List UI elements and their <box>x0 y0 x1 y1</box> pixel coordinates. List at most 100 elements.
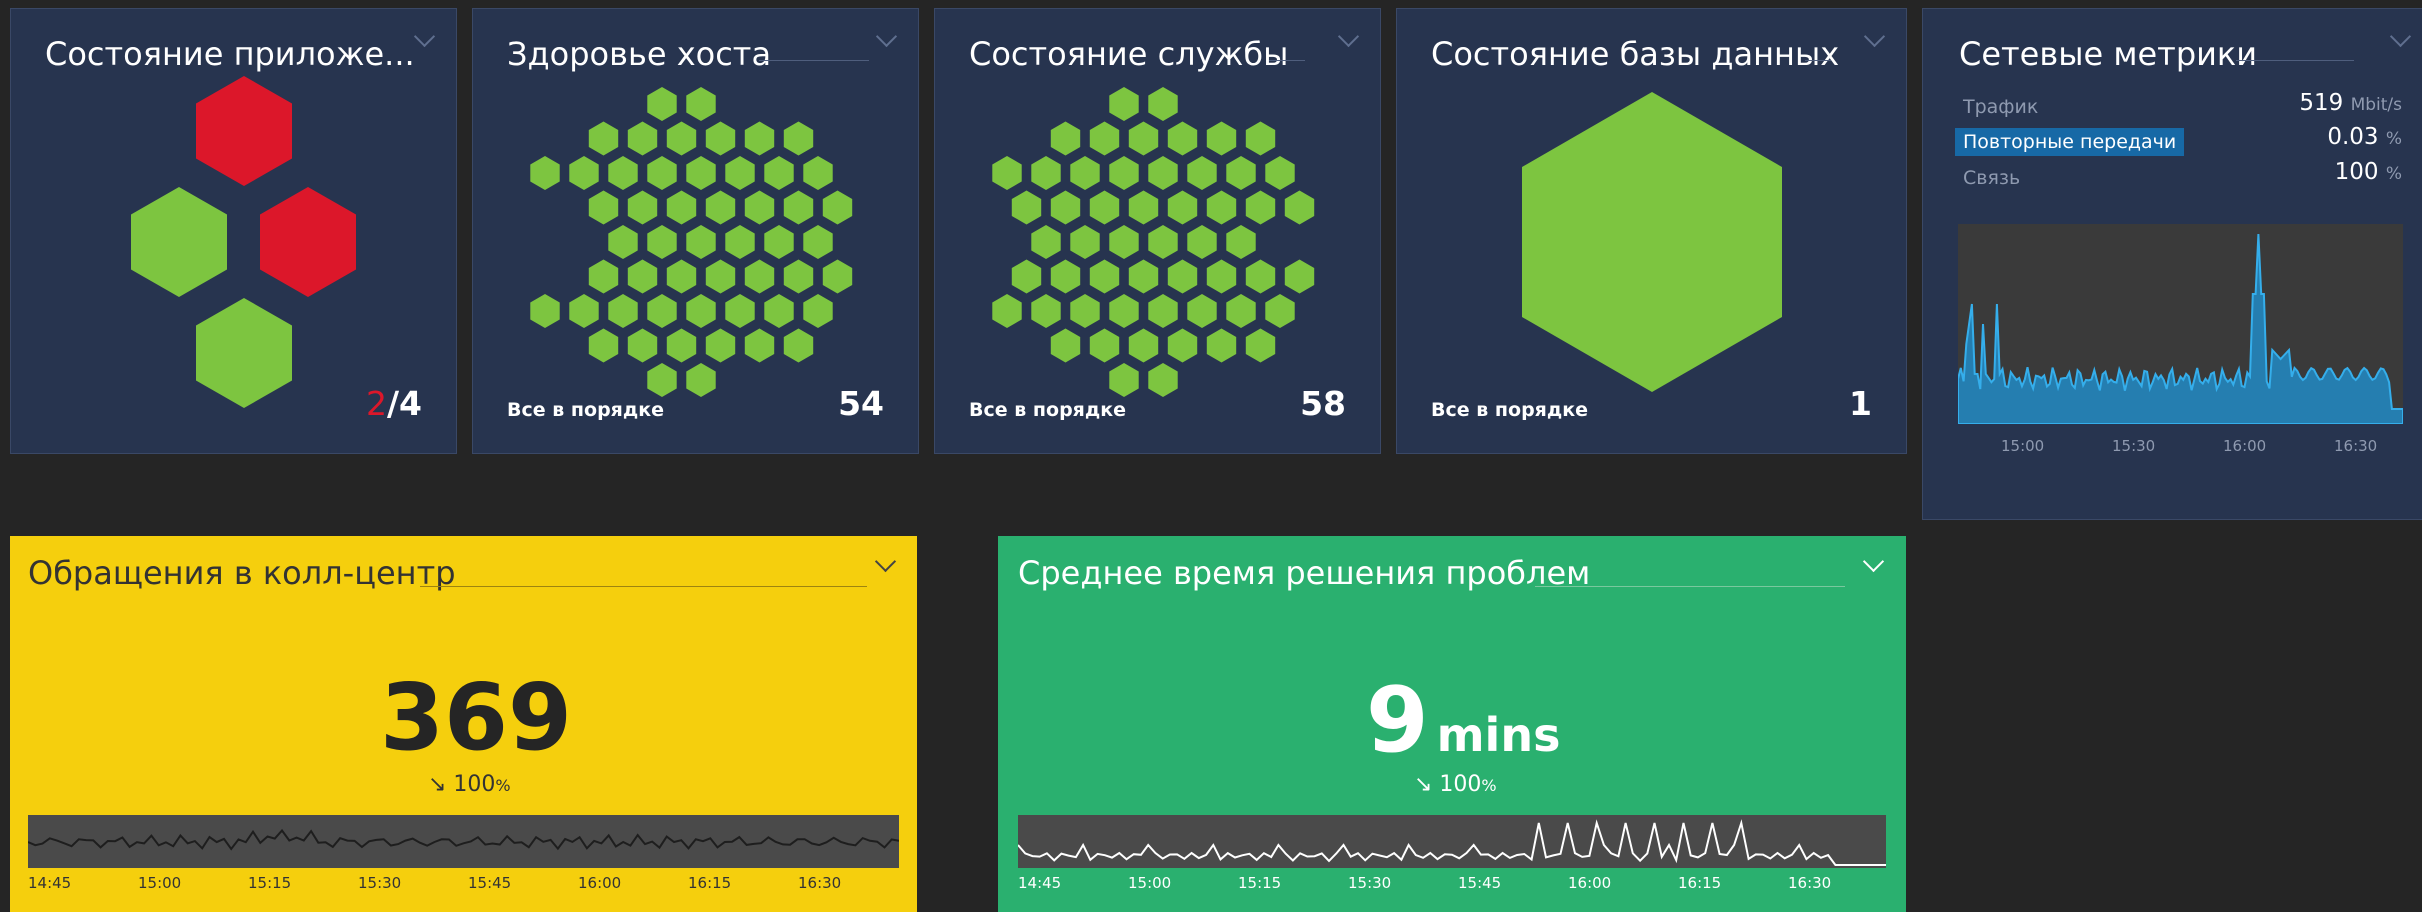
host-hex-ok[interactable] <box>803 225 833 259</box>
service-hex-ok[interactable] <box>1284 190 1315 225</box>
service-hex-ok[interactable] <box>1031 156 1061 190</box>
host-hex-ok[interactable] <box>686 363 716 397</box>
service-hex-ok[interactable] <box>1089 259 1120 294</box>
host-hex-ok[interactable] <box>705 190 736 225</box>
host-hex-ok[interactable] <box>725 156 755 190</box>
app-health-tile[interactable]: Состояние приложе... 2/4 <box>10 8 457 454</box>
host-hex-ok[interactable] <box>686 294 716 328</box>
host-hex-ok[interactable] <box>744 328 775 363</box>
host-health-tile[interactable]: Здоровье хоста Все в порядке 54 <box>472 8 919 454</box>
host-hex-ok[interactable] <box>647 156 677 190</box>
host-hex-ok[interactable] <box>588 190 619 225</box>
app-hex-ok[interactable] <box>131 187 227 297</box>
service-hex-ok[interactable] <box>1109 225 1139 259</box>
app-hex-problem[interactable] <box>196 76 292 186</box>
host-hex-ok[interactable] <box>666 328 697 363</box>
service-hex-ok[interactable] <box>1148 87 1178 121</box>
host-hex-ok[interactable] <box>569 294 599 328</box>
host-hex-ok[interactable] <box>783 328 814 363</box>
service-hex-ok[interactable] <box>1070 294 1100 328</box>
host-hex-ok[interactable] <box>647 225 677 259</box>
service-hex-ok[interactable] <box>1148 156 1178 190</box>
host-hex-ok[interactable] <box>686 87 716 121</box>
host-hex-ok[interactable] <box>608 156 638 190</box>
service-hex-ok[interactable] <box>1089 328 1120 363</box>
service-hex-ok[interactable] <box>1206 121 1237 156</box>
chevron-down-icon[interactable] <box>2389 25 2412 48</box>
service-hex-ok[interactable] <box>1050 190 1081 225</box>
service-hex-ok[interactable] <box>1226 225 1256 259</box>
service-hex-ok[interactable] <box>1167 328 1198 363</box>
host-hex-ok[interactable] <box>744 121 775 156</box>
service-hex-ok[interactable] <box>992 156 1022 190</box>
service-hex-ok[interactable] <box>1206 259 1237 294</box>
host-hex-ok[interactable] <box>783 121 814 156</box>
host-hex-ok[interactable] <box>705 259 736 294</box>
service-hex-ok[interactable] <box>1226 156 1256 190</box>
host-hex-ok[interactable] <box>705 121 736 156</box>
service-health-tile[interactable]: Состояние службы Все в порядке 58 <box>934 8 1381 454</box>
host-hex-ok[interactable] <box>588 259 619 294</box>
host-hex-ok[interactable] <box>744 190 775 225</box>
host-hex-ok[interactable] <box>627 190 658 225</box>
service-hex-ok[interactable] <box>1187 294 1217 328</box>
host-hex-ok[interactable] <box>647 87 677 121</box>
host-hex-ok[interactable] <box>588 328 619 363</box>
host-hex-ok[interactable] <box>764 225 794 259</box>
service-hex-ok[interactable] <box>1128 328 1159 363</box>
service-hex-ok[interactable] <box>1167 259 1198 294</box>
host-hex-ok[interactable] <box>666 259 697 294</box>
resolution-sparkline[interactable] <box>1018 815 1886 868</box>
host-hex-ok[interactable] <box>608 294 638 328</box>
host-hex-ok[interactable] <box>686 225 716 259</box>
host-hex-ok[interactable] <box>608 225 638 259</box>
host-hex-ok[interactable] <box>530 156 560 190</box>
service-hex-ok[interactable] <box>1245 259 1276 294</box>
service-hex-ok[interactable] <box>1128 121 1159 156</box>
host-hex-ok[interactable] <box>627 121 658 156</box>
host-hex-ok[interactable] <box>744 259 775 294</box>
host-hex-ok[interactable] <box>803 156 833 190</box>
host-hex-ok[interactable] <box>822 190 853 225</box>
service-hex-ok[interactable] <box>1070 225 1100 259</box>
host-hex-ok[interactable] <box>627 328 658 363</box>
service-hex-ok[interactable] <box>1109 156 1139 190</box>
service-hex-ok[interactable] <box>1226 294 1256 328</box>
host-hex-ok[interactable] <box>725 294 755 328</box>
host-hex-ok[interactable] <box>783 259 814 294</box>
service-hex-ok[interactable] <box>1148 294 1178 328</box>
host-hex-ok[interactable] <box>647 363 677 397</box>
host-hex-ok[interactable] <box>569 156 599 190</box>
service-hex-ok[interactable] <box>1109 87 1139 121</box>
host-hex-ok[interactable] <box>725 225 755 259</box>
service-hex-ok[interactable] <box>1167 121 1198 156</box>
traffic-chart[interactable] <box>1958 224 2403 424</box>
chevron-down-icon[interactable] <box>874 550 897 573</box>
host-hex-ok[interactable] <box>686 156 716 190</box>
host-hex-ok[interactable] <box>764 156 794 190</box>
metric-label-retransmissions[interactable]: Повторные передачи <box>1955 128 2185 156</box>
host-hex-ok[interactable] <box>822 259 853 294</box>
service-hex-ok[interactable] <box>1284 259 1315 294</box>
service-hex-ok[interactable] <box>1089 121 1120 156</box>
calls-sparkline[interactable] <box>28 815 899 868</box>
database-hex-ok[interactable] <box>1522 92 1782 392</box>
service-hex-ok[interactable] <box>1011 190 1042 225</box>
service-hex-ok[interactable] <box>992 294 1022 328</box>
host-hex-ok[interactable] <box>627 259 658 294</box>
service-hex-ok[interactable] <box>1245 121 1276 156</box>
service-hex-ok[interactable] <box>1128 190 1159 225</box>
service-hex-ok[interactable] <box>1128 259 1159 294</box>
service-hex-ok[interactable] <box>1089 190 1120 225</box>
service-hex-ok[interactable] <box>1206 190 1237 225</box>
app-hex-ok[interactable] <box>196 298 292 408</box>
service-hex-ok[interactable] <box>1245 190 1276 225</box>
service-hex-ok[interactable] <box>1031 294 1061 328</box>
service-hex-ok[interactable] <box>1206 328 1237 363</box>
service-hex-ok[interactable] <box>1148 225 1178 259</box>
host-hex-ok[interactable] <box>588 121 619 156</box>
chevron-down-icon[interactable] <box>1862 550 1885 573</box>
service-hex-ok[interactable] <box>1187 156 1217 190</box>
host-hex-ok[interactable] <box>764 294 794 328</box>
resolution-time-tile[interactable]: Среднее время решения проблем 9 mins ↘ 10… <box>998 536 1906 912</box>
